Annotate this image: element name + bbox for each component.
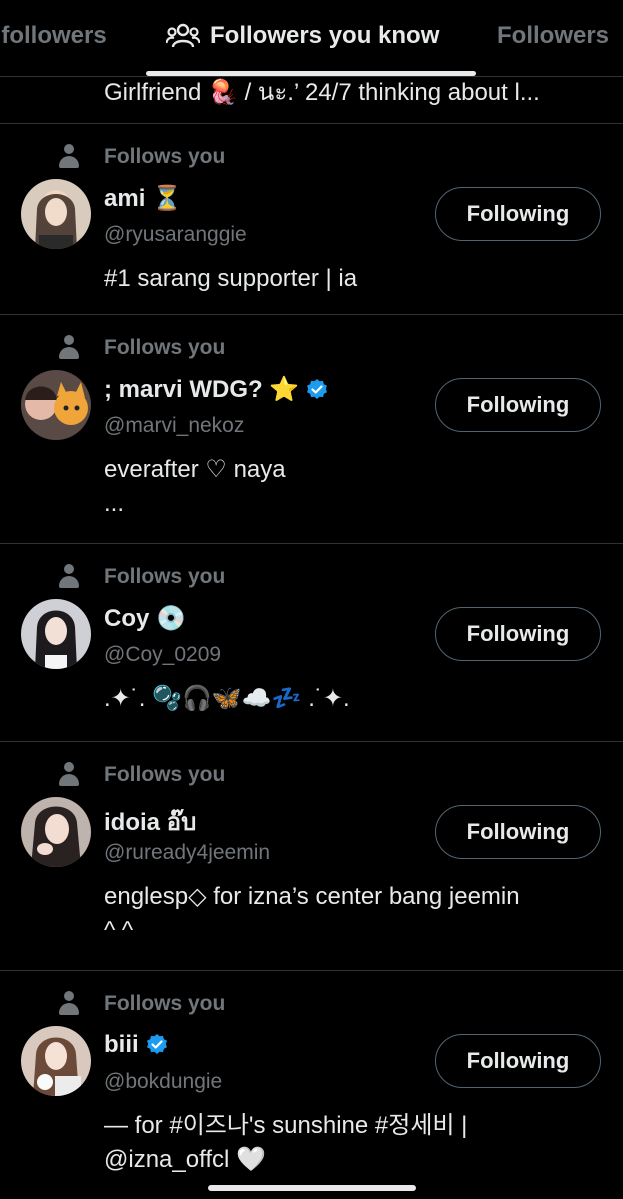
user-handle[interactable]: @ryusaranggie <box>104 223 247 247</box>
person-icon <box>58 335 80 361</box>
follows-you-indicator: Follows you <box>58 991 225 1017</box>
following-button[interactable]: Following <box>435 378 601 432</box>
follows-you-indicator: Follows you <box>58 762 225 788</box>
follows-you-indicator: Follows you <box>58 144 225 170</box>
bio-line: .✦˙. 🫧🎧🦋☁️💤 .˙✦. <box>104 685 350 712</box>
verified-badge-icon <box>146 1034 167 1054</box>
user-handle[interactable]: @Coy_0209 <box>104 643 221 667</box>
bio-line: — for #이즈나's sunshine #정세비 | <box>104 1112 468 1139</box>
user-display-name[interactable]: idoia อ๊บ <box>104 802 196 841</box>
person-icon <box>58 564 80 590</box>
user-display-name[interactable]: Coy 💿 <box>104 604 186 633</box>
user-bio: englesp◇ for izna’s center bang jeemin ^… <box>104 880 604 948</box>
following-button[interactable]: Following <box>435 805 601 859</box>
tab-bar: l followers Followers you know Followers <box>0 0 623 77</box>
tab-verified-followers[interactable]: l followers <box>0 22 107 50</box>
display-name-text: ; marvi WDG? ⭐ <box>104 376 300 403</box>
tab-followers-you-know[interactable]: Followers you know <box>166 22 439 50</box>
display-name-text: ami ⏳ <box>104 185 182 212</box>
user-display-name[interactable]: ami ⏳ <box>104 184 182 213</box>
follows-you-label: Follows you <box>104 145 226 168</box>
home-indicator[interactable] <box>208 1185 416 1191</box>
user-bio: — for #이즈나's sunshine #정세비 | @izna_offcl… <box>104 1109 604 1177</box>
bio-line: @izna_offcl 🤍 <box>104 1146 266 1173</box>
avatar[interactable] <box>21 179 91 249</box>
user-bio: everafter ♡ naya ... <box>104 453 604 521</box>
bio-line: everafter ♡ naya <box>104 456 286 483</box>
people-icon <box>166 23 200 48</box>
user-display-name[interactable]: ; marvi WDG? ⭐ <box>104 375 329 404</box>
follows-you-label: Follows you <box>104 336 226 359</box>
tab-label: Followers you know <box>210 22 440 49</box>
display-name-text: Coy 💿 <box>104 605 186 632</box>
follows-you-label: Follows you <box>104 565 226 588</box>
following-button[interactable]: Following <box>435 187 601 241</box>
following-button[interactable]: Following <box>435 1034 601 1088</box>
follows-you-label: Follows you <box>104 992 226 1015</box>
avatar[interactable] <box>21 599 91 669</box>
display-name-text: biii <box>104 1031 139 1058</box>
display-name-text: idoia อ๊บ <box>104 809 197 836</box>
bio-line: #1 sarang supporter | ia <box>104 265 358 292</box>
user-handle[interactable]: @bokdungie <box>104 1070 222 1094</box>
verified-badge-icon <box>307 378 328 399</box>
user-row-ryusaranggie[interactable]: Follows you ami ⏳ @ryusaranggie Followin… <box>0 124 623 314</box>
tab-followers[interactable]: Followers <box>497 22 609 50</box>
avatar[interactable] <box>21 797 91 867</box>
follows-you-label: Follows you <box>104 763 226 786</box>
user-row-bokdungie[interactable]: Follows you biii @bokdungie Following — … <box>0 971 623 1199</box>
follows-you-indicator: Follows you <box>58 564 225 590</box>
user-row-marvi-nekoz[interactable]: Follows you ; marvi WDG? ⭐ @marvi_nekoz … <box>0 315 623 543</box>
bio-line: ^ ^ <box>104 917 134 944</box>
following-button[interactable]: Following <box>435 607 601 661</box>
person-icon <box>58 762 80 788</box>
previous-user-bio: Girlfriend 🪼 / นะ.’ 24/7 thinking about … <box>104 79 540 106</box>
bio-line: ... <box>104 490 125 517</box>
avatar[interactable] <box>21 370 91 440</box>
user-display-name[interactable]: biii <box>104 1031 169 1059</box>
bio-line: englesp◇ for izna’s center bang jeemin <box>104 883 520 910</box>
user-handle[interactable]: @ruready4jeemin <box>104 841 270 865</box>
user-handle[interactable]: @marvi_nekoz <box>104 414 244 438</box>
person-icon <box>58 144 80 170</box>
user-bio: #1 sarang supporter | ia <box>104 262 604 296</box>
user-bio: .✦˙. 🫧🎧🦋☁️💤 .˙✦. <box>104 682 604 716</box>
user-row-ruready4jeemin[interactable]: Follows you idoia อ๊บ @ruready4jeemin Fo… <box>0 742 623 970</box>
person-icon <box>58 991 80 1017</box>
follows-you-indicator: Follows you <box>58 335 225 361</box>
user-row-coy-0209[interactable]: Follows you Coy 💿 @Coy_0209 Following .✦… <box>0 544 623 741</box>
avatar[interactable] <box>21 1026 91 1096</box>
